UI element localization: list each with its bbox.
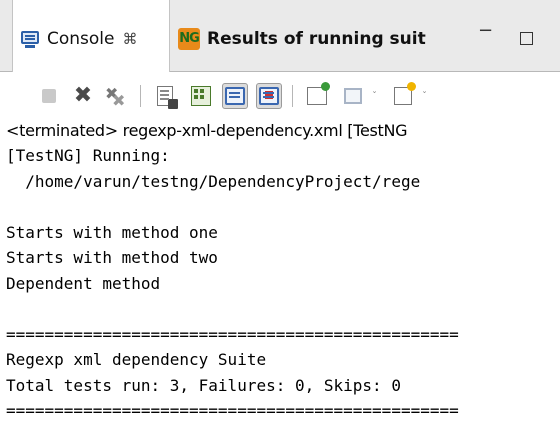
show-console-on-stderr-button[interactable] <box>256 83 282 109</box>
toolbar-separator <box>140 85 141 107</box>
remove-launch-icon: ✖ <box>73 83 93 108</box>
chevron-down-icon[interactable]: ˇ <box>372 91 377 102</box>
scroll-lock-icon <box>191 86 211 106</box>
tab-results-label: Results of running suit <box>207 29 426 49</box>
open-console-button[interactable] <box>390 82 416 109</box>
launch-status-line: <terminated> regexp-xml-dependency.xml [… <box>6 121 408 140</box>
chevron-down-icon[interactable]: ˇ <box>422 91 427 102</box>
view-tab-bar: Console ⌘ NG Results of running suit − <box>0 0 560 72</box>
testng-icon: NG <box>178 28 200 50</box>
console-line: ========================================… <box>6 324 459 344</box>
terminate-icon <box>42 89 56 103</box>
tab-results[interactable]: NG Results of running suit <box>178 26 426 52</box>
tab-console[interactable]: Console ⌘ <box>20 26 138 52</box>
console-line: Dependent method <box>6 273 161 293</box>
console-line: [TestNG] Running: <box>6 146 170 165</box>
remove-all-terminated-button[interactable]: ✖ ✖ <box>104 83 130 110</box>
console-line <box>0 296 560 322</box>
pin-console-button[interactable] <box>304 82 330 109</box>
console-icon <box>20 30 40 48</box>
console-line: Total tests run: 3, Failures: 0, Skips: … <box>6 375 401 395</box>
tab-console-label: Console <box>47 29 115 49</box>
console-toolbar: ✖ ✖ ✖ ˇ ˇ <box>0 73 560 119</box>
display-selected-console-button[interactable] <box>340 83 366 109</box>
console-line: Regexp xml dependency Suite <box>6 350 267 369</box>
clear-console-icon <box>157 86 178 109</box>
display-selected-console-icon <box>344 88 362 104</box>
show-console-on-stdout-button[interactable] <box>222 83 248 109</box>
clear-console-button[interactable] <box>152 83 178 109</box>
remove-launch-button[interactable]: ✖ <box>70 83 96 109</box>
console-line: ========================================… <box>6 401 459 420</box>
console-line: Starts with method one <box>6 222 218 242</box>
toolbar-separator <box>292 85 293 107</box>
remove-all-terminated-icon: ✖ ✖ <box>105 84 126 110</box>
close-icon[interactable]: ⌘ <box>123 30 138 48</box>
open-console-icon <box>394 82 416 105</box>
console-line <box>0 194 560 220</box>
console-output[interactable]: [TestNG] Running: /home/varun/testng/Dep… <box>0 143 560 446</box>
maximize-button[interactable] <box>520 32 533 45</box>
console-line: Starts with method two <box>6 248 218 267</box>
show-when-stdout-icon <box>225 87 245 105</box>
terminate-button[interactable] <box>36 83 62 109</box>
scroll-lock-button[interactable] <box>188 83 214 109</box>
show-when-stderr-icon <box>259 87 279 105</box>
console-line: /home/varun/testng/DependencyProject/reg… <box>6 171 421 191</box>
pin-console-icon <box>307 82 330 105</box>
minimize-button[interactable]: − <box>478 20 493 41</box>
